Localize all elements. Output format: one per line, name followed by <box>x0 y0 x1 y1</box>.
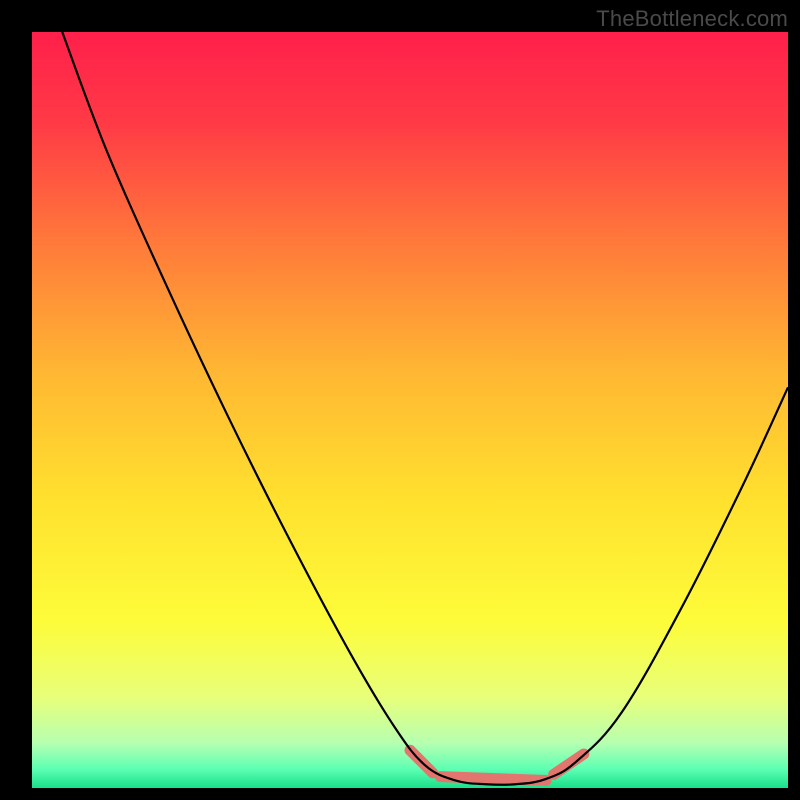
bottleneck-chart <box>0 0 800 800</box>
chart-frame: TheBottleneck.com <box>0 0 800 800</box>
watermark-text: TheBottleneck.com <box>596 6 788 32</box>
gradient-background <box>32 32 788 788</box>
